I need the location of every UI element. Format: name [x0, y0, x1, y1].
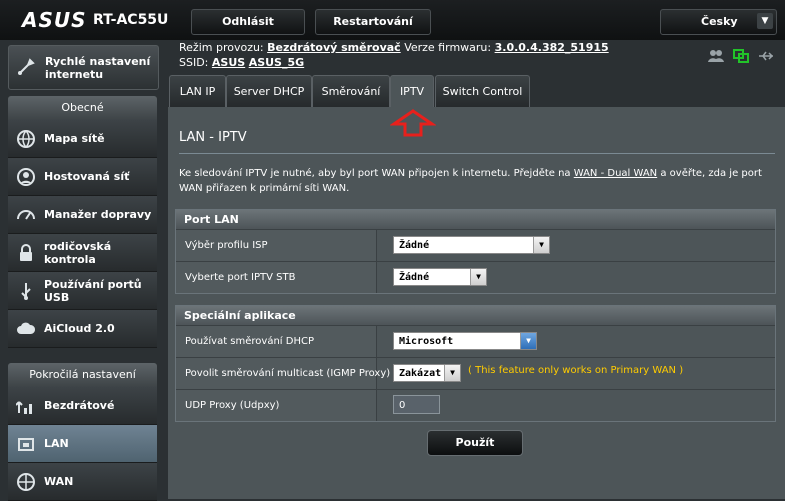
- operation-mode-info: Režim provozu: Bezdrátový směrovač Verze…: [179, 41, 609, 54]
- sidebar-item-label: Hostovaná síť: [44, 170, 130, 183]
- top-bar: ASUS RT-AC55U Odhlásit Restartování Česk…: [0, 0, 785, 40]
- sidebar-item-label: Používání portů USB: [44, 277, 142, 304]
- udp-proxy-input[interactable]: 0: [393, 395, 440, 414]
- tab-dhcp-server[interactable]: Server DHCP: [226, 75, 312, 108]
- dhcp-routing-select[interactable]: Microsoft ▼: [393, 332, 537, 350]
- dhcp-routing-value: Microsoft: [399, 336, 454, 347]
- page-title: LAN - IPTV: [179, 130, 247, 145]
- title-divider: [179, 153, 775, 154]
- wireless-icon: [15, 396, 36, 416]
- ssid-24g-link[interactable]: ASUS: [212, 56, 245, 69]
- port-lan-section: Port LAN Výběr profilu ISP Žádné ▼ Vyber…: [175, 209, 776, 294]
- multicast-note: ( This feature only works on Primary WAN…: [468, 365, 684, 376]
- wan-dual-wan-link[interactable]: WAN - Dual WAN: [574, 168, 657, 179]
- sidebar-item-usb[interactable]: Používání portů USB: [8, 272, 157, 310]
- section-advanced-header: Pokročilá nastavení: [8, 363, 157, 387]
- usb-icon: [16, 281, 36, 301]
- firmware-link[interactable]: 3.0.0.4.382_51915: [495, 41, 609, 54]
- internet-status-icon[interactable]: [733, 49, 749, 67]
- sidebar-item-traffic-manager[interactable]: Manažer dopravy: [8, 196, 157, 234]
- isp-profile-select[interactable]: Žádné ▼: [393, 236, 550, 254]
- chevron-down-icon: ▼: [757, 13, 773, 29]
- quick-setup-label: Rychlé nastavení internetu: [45, 54, 151, 81]
- sidebar-item-wan[interactable]: WAN: [8, 463, 157, 501]
- dhcp-routing-label: Používat směrování DHCP: [176, 326, 377, 357]
- sidebar-item-label: Bezdrátové: [44, 399, 115, 412]
- clients-icon[interactable]: [708, 49, 724, 67]
- chevron-down-icon: ▼: [470, 269, 486, 285]
- wan-icon: [16, 472, 36, 492]
- operation-mode-link[interactable]: Bezdrátový směrovač: [267, 41, 401, 54]
- sidebar-item-label: Manažer dopravy: [44, 208, 152, 221]
- tab-switch-control[interactable]: Switch Control: [435, 75, 530, 108]
- apply-button[interactable]: Použít: [427, 430, 523, 456]
- chevron-down-icon: ▼: [533, 237, 549, 253]
- asus-logo: ASUS: [22, 8, 87, 32]
- multicast-routing-row: Povolit směrování multicast (IGMP Proxy)…: [176, 357, 775, 389]
- iptv-stb-port-row: Vyberte port IPTV STB Žádné ▼: [176, 261, 775, 293]
- parental-control-icon: [16, 243, 36, 263]
- sidebar-item-label: WAN: [44, 475, 74, 488]
- udp-proxy-row: UDP Proxy (Udpxy) 0: [176, 389, 775, 421]
- language-value: Česky: [701, 15, 738, 28]
- router-model: RT-AC55U: [93, 12, 169, 28]
- ssid-label: SSID:: [179, 56, 209, 69]
- restart-button[interactable]: Restartování: [315, 9, 431, 35]
- firmware-label: Verze firmwaru:: [404, 41, 492, 54]
- section-general-header: Obecné: [8, 96, 157, 120]
- isp-profile-label: Výběr profilu ISP: [176, 230, 377, 261]
- sidebar-item-label: LAN: [44, 437, 69, 450]
- tab-routing[interactable]: Směrování: [312, 75, 390, 108]
- ssid-5g-link[interactable]: ASUS_5G: [249, 56, 304, 69]
- sidebar-item-label: Mapa sítě: [44, 132, 105, 145]
- up-arrow-icon: [390, 109, 436, 137]
- section-header: Port LAN: [176, 210, 775, 229]
- traffic-manager-icon: [16, 205, 36, 225]
- ssid-info: SSID: ASUS ASUS_5G: [179, 56, 304, 69]
- iptv-stb-port-select[interactable]: Žádné ▼: [393, 268, 487, 286]
- multicast-routing-label: Povolit směrování multicast (IGMP Proxy): [176, 358, 390, 389]
- iptv-stb-port-value: Žádné: [399, 272, 430, 283]
- network-map-icon: [16, 129, 36, 149]
- isp-profile-row: Výběr profilu ISP Žádné ▼: [176, 229, 775, 261]
- cloud-icon: [16, 319, 36, 339]
- operation-mode-label: Režim provozu:: [179, 41, 264, 54]
- multicast-routing-value: Zakázat: [399, 368, 442, 379]
- special-applications-section: Speciální aplikace Používat směrování DH…: [175, 305, 776, 422]
- logout-button[interactable]: Odhlásit: [191, 9, 305, 35]
- udp-proxy-label: UDP Proxy (Udpxy): [176, 390, 377, 421]
- usb-status-icon[interactable]: [758, 49, 774, 67]
- description-text: Ke sledování IPTV je nutné, aby byl port…: [179, 168, 574, 179]
- guest-network-icon: [16, 167, 36, 187]
- status-icons: [706, 49, 776, 65]
- tab-iptv[interactable]: IPTV: [390, 75, 434, 108]
- section-header: Speciální aplikace: [176, 306, 775, 325]
- quick-internet-setup[interactable]: Rychlé nastavení internetu: [8, 45, 159, 90]
- sidebar-item-aicloud[interactable]: AiCloud 2.0: [8, 310, 157, 348]
- sidebar-item-label: rodičovská kontrola: [44, 239, 112, 266]
- sidebar-item-guest-network[interactable]: Hostovaná síť: [8, 158, 157, 196]
- sidebar-item-label: AiCloud 2.0: [44, 322, 115, 335]
- dhcp-routing-row: Používat směrování DHCP Microsoft ▼: [176, 325, 775, 357]
- language-select[interactable]: Česky ▼: [660, 9, 777, 35]
- chevron-down-icon: ▼: [520, 333, 536, 349]
- sidebar-item-parental-control[interactable]: rodičovská kontrola: [8, 234, 157, 272]
- iptv-stb-port-label: Vyberte port IPTV STB: [176, 262, 377, 293]
- tab-lan-ip[interactable]: LAN IP: [169, 75, 226, 108]
- isp-profile-value: Žádné: [399, 240, 430, 251]
- lan-icon: [16, 434, 36, 454]
- sidebar-item-network-map[interactable]: Mapa sítě: [8, 120, 157, 158]
- sidebar-item-wireless[interactable]: Bezdrátové: [8, 387, 157, 425]
- quick-setup-icon: [17, 57, 37, 77]
- chevron-down-icon: ▼: [444, 365, 460, 381]
- page-description: Ke sledování IPTV je nutné, aby byl port…: [179, 166, 769, 196]
- sidebar-item-lan[interactable]: LAN: [8, 425, 157, 463]
- multicast-routing-select[interactable]: Zakázat ▼: [393, 364, 461, 382]
